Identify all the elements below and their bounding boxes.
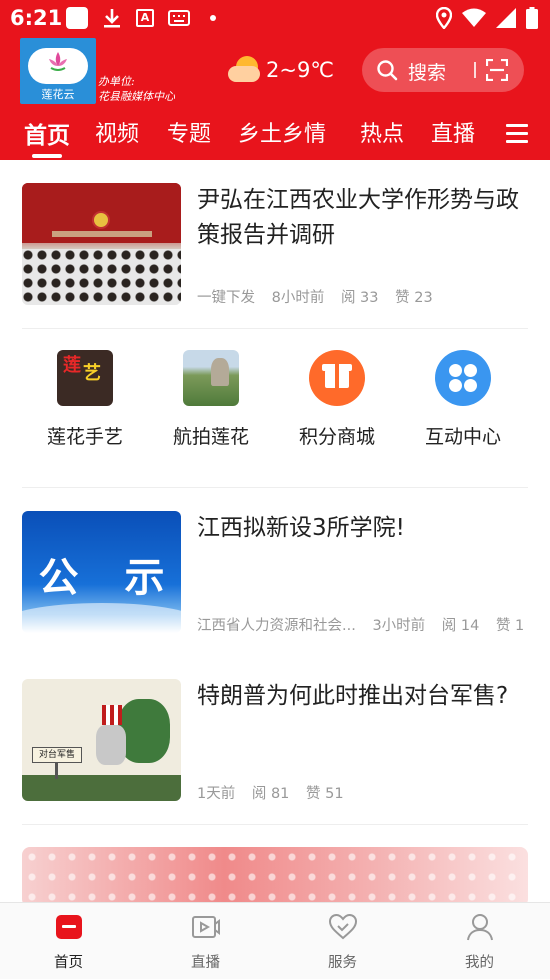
status-notifications: A [66,7,216,29]
news-source: 一键下发 [197,290,255,306]
divider [22,824,528,825]
quick-link-aerial[interactable]: 航拍莲花 [148,350,274,449]
keyboard-icon [168,10,190,26]
bottom-nav-live[interactable]: 直播 [137,903,274,980]
bottom-navigation: 首页 直播 服务 我的 [0,902,550,979]
divider [22,487,528,488]
bottom-nav-label: 我的 [465,955,494,971]
heart-icon [328,913,357,940]
tab-hot[interactable]: 热点 [360,116,404,148]
home-icon [55,915,82,939]
news-likes: 赞 23 [395,290,433,306]
news-title: 特朗普为何此时推出对台军售? [197,683,509,709]
news-meta: 江西省人力资源和社会... 3小时前 阅 14 赞 1 [197,614,528,635]
news-reads: 阅 33 [340,290,379,306]
banner-pattern [22,847,528,907]
active-tab-indicator [32,154,62,158]
promo-banner[interactable] [22,847,528,907]
dot-icon [210,15,216,21]
news-thumbnail-cartoon: 对台军售 [22,679,181,801]
news-likes: 赞 51 [306,786,344,802]
tab-home[interactable]: 首页 [24,116,70,150]
gift-icon [309,350,365,406]
search-divider [474,62,476,78]
logo-text: 莲花云 [41,88,75,101]
quick-link-interaction[interactable]: 互动中心 [400,350,526,449]
clover-icon [435,350,491,406]
quick-link-label: 积分商城 [298,426,375,448]
news-time: 8小时前 [271,290,325,306]
scan-icon[interactable] [486,59,508,81]
news-time: 1天前 [197,786,236,802]
status-system-icons [436,7,538,29]
live-video-icon [191,916,220,938]
bottom-nav-label: 服务 [328,955,357,971]
news-thumbnail-conference [22,183,181,305]
aerial-thumbnail [183,350,239,406]
quick-link-label: 航拍莲花 [172,426,249,448]
signal-icon [496,8,516,28]
location-icon [436,7,452,29]
category-tabs: 首页 视频 专题 乡土乡情 热点 直播 [0,112,550,160]
divider [22,328,528,329]
quick-link-craft[interactable]: 莲艺 莲花手艺 [22,350,148,449]
org-label-line1: 办单位: [98,75,135,88]
news-item[interactable]: 公 示 江西拟新设3所学院! 江西省人力资源和社会... 3小时前 阅 14 赞… [22,511,528,635]
news-item[interactable]: 尹弘在江西农业大学作形势与政策报告并调研 一键下发 8小时前 阅 33 赞 23 [22,183,528,307]
tab-video[interactable]: 视频 [95,116,139,148]
thumbnail-sign-text: 对台军售 [32,747,82,763]
quick-link-label: 莲花手艺 [46,426,123,448]
news-reads: 阅 81 [251,786,290,802]
craft-thumbnail: 莲艺 [57,350,113,406]
news-time: 3小时前 [372,618,426,634]
app-header: 6:21 A 莲花云 办单位: 花县融媒体中心 2~9℃ 搜索 首页 视频 专题… [0,0,550,160]
bottom-nav-profile[interactable]: 我的 [411,903,548,980]
wifi-icon [462,8,486,27]
bottom-nav-home[interactable]: 首页 [0,903,137,980]
news-meta: 1天前 阅 81 赞 51 [197,782,356,803]
news-likes: 赞 1 [495,618,525,634]
bottom-nav-service[interactable]: 服务 [274,903,411,980]
weather-icon [228,56,262,84]
quick-link-mall[interactable]: 积分商城 [274,350,400,449]
news-item[interactable]: 对台军售 特朗普为何此时推出对台军售? 1天前 阅 81 赞 51 [22,679,528,803]
app-logo: 莲花云 [20,38,96,104]
status-bar: 6:21 A [0,0,550,38]
lotus-icon [49,52,67,71]
weather-temperature: 2~9℃ [266,58,334,82]
news-reads: 阅 14 [441,618,480,634]
news-thumbnail-notice: 公 示 [22,511,181,633]
bottom-nav-label: 首页 [54,955,83,971]
search-bar[interactable]: 搜索 [362,48,524,92]
download-icon [104,9,120,28]
news-title: 江西拟新设3所学院! [197,515,405,541]
tab-local[interactable]: 乡土乡情 [238,116,326,148]
square-app-icon [66,7,88,29]
profile-icon [466,914,493,941]
weather-widget[interactable]: 2~9℃ [228,56,334,84]
news-title: 尹弘在江西农业大学作形势与政策报告并调研 [197,187,519,248]
quick-link-label: 互动中心 [424,426,501,448]
status-time: 6:21 [10,6,63,30]
bottom-nav-label: 直播 [191,955,220,971]
text-icon: A [136,9,154,27]
tab-topics[interactable]: 专题 [167,116,211,148]
battery-icon [526,7,538,29]
search-icon [377,60,398,81]
thumbnail-text: 公 示 [38,555,181,601]
tab-live[interactable]: 直播 [431,116,475,148]
search-label: 搜索 [408,62,447,84]
news-source: 江西省人力资源和社会... [197,618,356,634]
menu-icon[interactable] [506,124,528,143]
org-label-line2: 花县融媒体中心 [98,90,175,103]
quick-links: 莲艺 莲花手艺 航拍莲花 积分商城 互动中心 [22,350,528,460]
news-meta: 一键下发 8小时前 阅 33 赞 23 [197,286,445,307]
